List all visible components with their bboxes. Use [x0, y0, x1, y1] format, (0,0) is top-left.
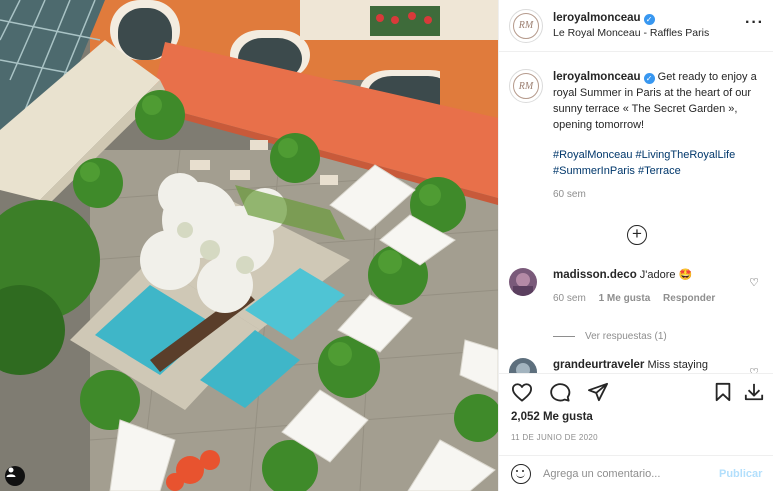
post-photo[interactable]: [0, 0, 498, 491]
comment-item: grandeurtraveler Miss staying ♡: [509, 358, 771, 373]
view-replies-button[interactable]: Ver respuestas (1): [553, 331, 667, 342]
avatar-monogram: RM: [513, 73, 539, 99]
comment-username[interactable]: grandeurtraveler: [553, 359, 644, 371]
replies-divider: [553, 335, 575, 337]
share-paper-plane-icon[interactable]: [587, 382, 609, 402]
caption-avatar[interactable]: RM: [509, 69, 543, 103]
commenter-avatar[interactable]: [509, 268, 537, 296]
emoji-icon[interactable]: [511, 463, 531, 484]
view-replies-label: Ver respuestas (1): [585, 331, 667, 342]
location-link[interactable]: Le Royal Monceau - Raffles Paris: [553, 26, 709, 41]
post-actions: 2,052 Me gusta 11 DE JUNIO DE 2020: [499, 373, 773, 453]
tagged-user-icon[interactable]: [5, 466, 25, 486]
likes-count[interactable]: 2,052 Me gusta: [511, 411, 593, 423]
comment-input[interactable]: [543, 467, 713, 480]
action-icons-right: [714, 382, 764, 402]
commenter-avatar[interactable]: [509, 358, 537, 373]
commenter-photo: [509, 268, 537, 296]
comment-text: Miss staying: [647, 359, 708, 371]
caption-body: leroyalmonceau ✓ Get ready to enjoy a roy…: [553, 69, 769, 203]
comment-body: grandeurtraveler Miss staying: [553, 358, 771, 373]
publish-button[interactable]: Publicar: [719, 468, 762, 480]
caption-username[interactable]: leroyalmonceau: [553, 71, 641, 83]
comment-username[interactable]: madisson.deco: [553, 269, 637, 281]
caption-time: 60 sem: [553, 189, 586, 200]
comment-time: 60 sem: [553, 293, 586, 304]
comment-bubble-icon[interactable]: [549, 382, 571, 402]
person-icon: [6, 467, 16, 477]
comments-list[interactable]: RM leroyalmonceau ✓ Get ready to enjoy a …: [499, 53, 773, 373]
comment-item: madisson.deco J'adore 🤩 60 sem 1 Me gust…: [509, 268, 771, 342]
post-header: RM leroyalmonceau ✓ Le Royal Monceau - Ra…: [499, 0, 773, 52]
caption: RM leroyalmonceau ✓ Get ready to enjoy a …: [509, 69, 769, 203]
save-bookmark-icon[interactable]: [714, 382, 732, 402]
like-comment-heart-icon[interactable]: ♡: [749, 276, 759, 289]
caption-hashtags[interactable]: #RoyalMonceau #LivingTheRoyalLife #Summe…: [553, 147, 769, 179]
commenter-photo: [509, 358, 537, 373]
header-username[interactable]: leroyalmonceau: [553, 12, 641, 24]
comment-meta: 60 sem 1 Me gusta Responder: [553, 291, 771, 306]
comment-text: J'adore 🤩: [639, 269, 693, 281]
action-icons: [511, 382, 609, 402]
terrace-photo-illustration: [0, 0, 498, 491]
profile-avatar[interactable]: RM: [509, 8, 543, 43]
download-icon[interactable]: [744, 382, 764, 402]
post-sidebar: RM leroyalmonceau ✓ Le Royal Monceau - Ra…: [498, 0, 773, 491]
verified-badge-icon: ✓: [643, 13, 655, 25]
reply-button[interactable]: Responder: [663, 293, 715, 304]
more-options-icon[interactable]: ···: [745, 14, 764, 32]
comment-likes[interactable]: 1 Me gusta: [599, 293, 651, 304]
verified-badge-icon: ✓: [643, 73, 655, 84]
post-date[interactable]: 11 DE JUNIO DE 2020: [511, 433, 598, 442]
comment-composer: Publicar: [499, 455, 773, 491]
load-more-comments-button[interactable]: +: [627, 225, 647, 245]
avatar-monogram: RM: [513, 12, 539, 39]
header-text: leroyalmonceau ✓ Le Royal Monceau - Raffl…: [553, 11, 709, 41]
comment-body: madisson.deco J'adore 🤩 60 sem 1 Me gust…: [553, 268, 771, 306]
like-comment-heart-icon[interactable]: ♡: [749, 366, 759, 373]
instagram-post: RM leroyalmonceau ✓ Le Royal Monceau - Ra…: [0, 0, 773, 491]
like-heart-icon[interactable]: [511, 382, 533, 402]
